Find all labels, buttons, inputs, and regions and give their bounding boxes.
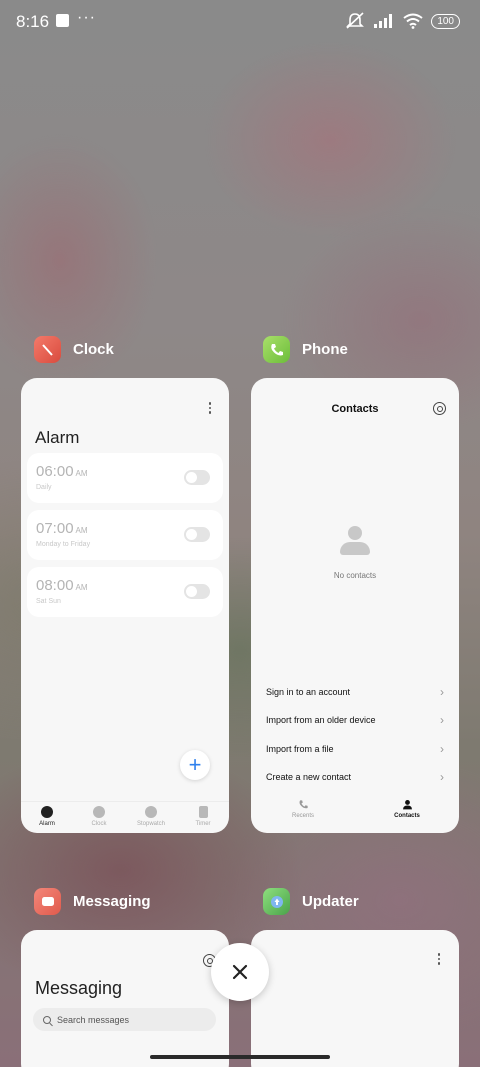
chevron-right-icon: › [440,685,444,699]
alarm-ampm: AM [75,583,88,592]
mute-icon [346,12,365,29]
person-placeholder-icon [340,526,370,558]
messaging-app-header[interactable]: Messaging [34,888,151,915]
updater-app-icon [263,888,290,915]
menu-item-label: Create a new contact [266,772,352,782]
clock-card[interactable]: Alarm 06:00 AM Daily 07:00 AM Monday to Fr… [21,378,229,833]
more-options-icon[interactable] [429,949,449,969]
status-icons: 100 [345,12,460,30]
tab-label: Timer [195,821,211,827]
tab-label: Alarm [39,821,55,827]
signal-icon [374,14,393,28]
menu-item-import-file[interactable]: Import from a file › [266,742,444,756]
messaging-title: Messaging [35,978,123,998]
phone-app-header[interactable]: Phone [263,336,348,363]
contacts-title: Contacts [331,403,379,415]
alarm-time: 07:00 [36,520,74,537]
alarm-item[interactable]: 07:00 AM Monday to Friday [27,510,223,560]
chevron-right-icon: › [440,770,444,784]
status-bar: 8:16 ··· 100 [0,0,480,44]
tab-stopwatch[interactable]: Stopwatch [126,802,176,833]
tab-alarm[interactable]: Alarm [22,802,72,833]
more-options-icon[interactable] [200,398,220,418]
battery-indicator: 100 [431,13,460,29]
tab-contacts[interactable]: Contacts [377,799,437,819]
alarm-toggle[interactable] [184,584,210,599]
phone-icon [299,800,308,809]
phone-tab-bar: Recents Contacts [251,799,459,819]
alarm-repeat: Daily [36,484,52,491]
home-indicator[interactable] [150,1055,330,1059]
tab-clock[interactable]: Clock [74,802,124,833]
alarm-icon [41,806,53,818]
alarm-item[interactable]: 08:00 AM Sat Sun [27,567,223,617]
tab-label: Stopwatch [136,821,166,827]
chevron-right-icon: › [440,742,444,756]
close-icon [232,964,248,980]
timer-icon [198,806,208,818]
updater-card[interactable] [251,930,459,1067]
tab-label: Contacts [394,813,420,819]
menu-item-label: Import from a file [266,744,334,754]
menu-item-create-contact[interactable]: Create a new contact › [266,770,444,784]
tab-label: Clock [91,821,107,827]
clock-icon [93,806,105,818]
empty-state-text: No contacts [333,571,377,580]
person-icon [402,800,412,810]
clock-app-title: Clock [73,341,114,358]
clock-tab-bar: Alarm Clock Stopwatch Timer [21,801,229,833]
wifi-icon [403,13,423,29]
phone-app-title: Phone [302,341,348,358]
alarm-ampm: AM [75,469,88,478]
chevron-right-icon: › [440,713,444,727]
search-icon [43,1015,51,1024]
tab-label: Recents [291,813,314,819]
menu-item-label: Sign in to an account [266,687,351,697]
alarm-time: 06:00 [36,463,74,480]
clock-app-header[interactable]: Clock [34,336,114,363]
status-time: 8:16 [16,12,50,31]
updater-app-title: Updater [302,893,359,910]
phone-app-icon [263,336,290,363]
settings-icon[interactable] [433,402,446,415]
tab-recents[interactable]: Recents [273,799,333,819]
alarm-ampm: AM [75,526,88,535]
stopwatch-icon [145,806,157,818]
messaging-app-title: Messaging [73,893,151,910]
alarm-item[interactable]: 06:00 AM Daily [27,453,223,503]
menu-item-label: Import from an older device [266,715,376,725]
alarm-toggle[interactable] [184,527,210,542]
add-alarm-button[interactable]: + [180,750,210,780]
more-notifications-icon: ··· [77,9,96,26]
search-input[interactable]: Search messages [33,1008,216,1031]
messaging-app-icon [34,888,61,915]
tab-timer[interactable]: Timer [178,802,228,833]
clock-app-icon [34,336,61,363]
phone-card[interactable]: Contacts No contacts Sign in to an accou… [251,378,459,833]
alarm-repeat: Monday to Friday [36,541,91,548]
alarm-repeat: Sat Sun [36,598,61,605]
search-placeholder: Search messages [57,1014,130,1025]
alarm-toggle[interactable] [184,470,210,485]
alarm-time: 08:00 [36,577,74,594]
menu-item-sign-in[interactable]: Sign in to an account › [266,685,444,699]
notification-icon [56,14,69,27]
messaging-card[interactable]: Messaging Search messages [21,930,229,1067]
alarm-heading: Alarm [35,428,80,447]
menu-item-import-device[interactable]: Import from an older device › [266,713,444,727]
updater-app-header[interactable]: Updater [263,888,359,915]
clear-all-button[interactable] [211,943,269,1001]
